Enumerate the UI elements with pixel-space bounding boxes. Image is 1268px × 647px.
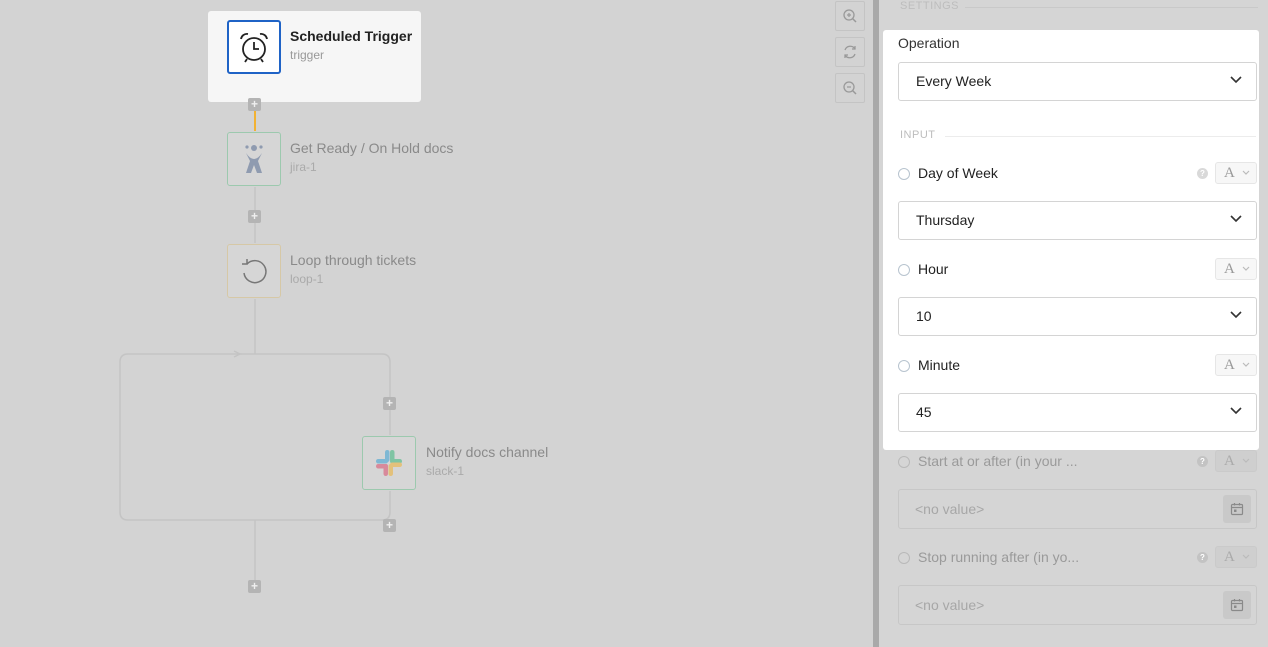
hour-label: Hour [918, 261, 949, 277]
date-picker-button[interactable] [1223, 495, 1251, 523]
value-type-toggle[interactable]: A [1215, 354, 1257, 376]
jira-node[interactable] [227, 132, 281, 186]
settings-section-label: SETTINGS [900, 0, 960, 12]
day-of-week-label: Day of Week [918, 165, 998, 181]
node-title: Scheduled Trigger [290, 28, 413, 44]
text-type-icon: A [1224, 549, 1235, 565]
text-type-icon: A [1224, 165, 1235, 181]
chevron-down-icon [1230, 311, 1242, 319]
reset-view-icon [844, 45, 856, 59]
day-of-week-select[interactable]: Thursday [898, 201, 1257, 240]
input-section-label: INPUT [900, 129, 936, 141]
text-type-icon: A [1224, 453, 1235, 469]
add-step-button[interactable]: + [248, 580, 261, 593]
day-of-week-value: Thursday [916, 212, 975, 228]
chevron-down-icon [1230, 215, 1242, 223]
zoom-in-icon [843, 9, 857, 23]
value-type-toggle[interactable]: A [1215, 450, 1257, 472]
node-id: trigger [290, 48, 325, 62]
zoom-out-button[interactable] [835, 73, 865, 103]
stop-running-input[interactable]: <no value> [898, 585, 1257, 625]
operation-value: Every Week [916, 73, 992, 89]
help-icon[interactable]: ? [1197, 552, 1208, 563]
start-at-input[interactable]: <no value> [898, 489, 1257, 529]
alarm-clock-icon [240, 33, 268, 63]
node-id: loop-1 [290, 272, 324, 286]
node-title: Loop through tickets [290, 252, 417, 268]
chevron-down-icon [1230, 407, 1242, 415]
value-type-toggle[interactable]: A [1215, 162, 1257, 184]
node-id: jira-1 [290, 160, 317, 174]
connector-lines [119, 75, 391, 580]
section-divider [965, 7, 1258, 8]
calendar-icon [1230, 503, 1244, 516]
help-icon[interactable]: ? [1197, 456, 1208, 467]
value-type-toggle[interactable]: A [1215, 546, 1257, 568]
help-icon[interactable]: ? [1197, 168, 1208, 179]
add-step-button[interactable]: + [248, 210, 261, 223]
node-id: slack-1 [426, 464, 465, 478]
operation-select[interactable]: Every Week [898, 62, 1257, 101]
value-type-toggle[interactable]: A [1215, 258, 1257, 280]
chevron-down-icon [1242, 554, 1250, 559]
hour-select[interactable]: 10 [898, 297, 1257, 336]
section-divider [945, 136, 1256, 137]
jira-icon [245, 145, 263, 173]
hour-radio[interactable] [898, 264, 910, 276]
chevron-down-icon [1242, 458, 1250, 463]
loop-icon [242, 259, 267, 284]
zoom-out-icon [843, 81, 857, 95]
text-type-icon: A [1224, 357, 1235, 373]
chevron-down-icon [1242, 362, 1250, 367]
stop-running-radio[interactable] [898, 552, 910, 564]
minute-label: Minute [918, 357, 961, 373]
node-title: Get Ready / On Hold docs [290, 140, 454, 156]
day-of-week-radio[interactable] [898, 168, 910, 180]
reset-view-button[interactable] [835, 37, 865, 67]
slack-icon [376, 450, 402, 476]
slack-node[interactable] [362, 436, 416, 490]
stop-running-placeholder: <no value> [915, 597, 985, 613]
start-at-label: Start at or after (in your ... [918, 453, 1078, 469]
start-at-radio[interactable] [898, 456, 910, 468]
scheduled-trigger-node[interactable] [227, 20, 281, 74]
date-picker-button[interactable] [1223, 591, 1251, 619]
hour-value: 10 [916, 308, 932, 324]
add-step-button[interactable]: + [248, 98, 261, 111]
chevron-down-icon [1242, 266, 1250, 271]
minute-select[interactable]: 45 [898, 393, 1257, 432]
operation-label: Operation [898, 35, 960, 51]
add-step-button[interactable]: + [383, 397, 396, 410]
stop-running-label: Stop running after (in yo... [918, 549, 1080, 565]
calendar-icon [1230, 599, 1244, 612]
loop-node[interactable] [227, 244, 281, 298]
add-step-button[interactable]: + [383, 519, 396, 532]
chevron-down-icon [1230, 76, 1242, 84]
minute-radio[interactable] [898, 360, 910, 372]
chevron-down-icon [1242, 170, 1250, 175]
text-type-icon: A [1224, 261, 1235, 277]
zoom-in-button[interactable] [835, 1, 865, 31]
start-at-placeholder: <no value> [915, 501, 985, 517]
node-title: Notify docs channel [426, 444, 549, 460]
minute-value: 45 [916, 404, 932, 420]
